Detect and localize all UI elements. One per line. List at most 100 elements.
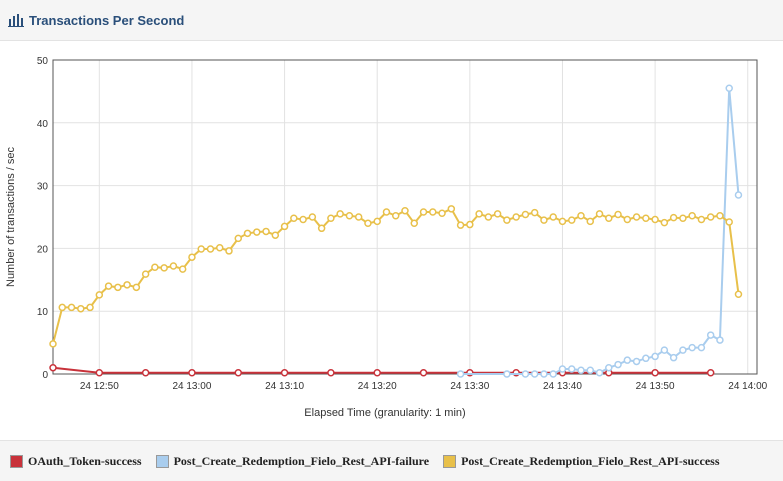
legend-label: Post_Create_Redemption_Fielo_Rest_API-fa… [173, 453, 430, 468]
x-tick-label: 24 13:30 [450, 381, 489, 392]
data-point [651, 215, 659, 224]
data-point [725, 84, 733, 93]
data-point [141, 368, 150, 377]
data-point [623, 215, 632, 224]
data-point [234, 234, 243, 243]
data-point [86, 303, 94, 312]
data-point [716, 211, 724, 220]
data-point [567, 216, 576, 224]
data-point [688, 343, 696, 352]
data-point [49, 340, 57, 348]
series-1 [456, 84, 743, 378]
data-point [577, 366, 585, 374]
legend-item[interactable]: OAuth_Token-success [10, 454, 142, 469]
data-point [373, 217, 381, 226]
chart-legend: OAuth_Token-success Post_Create_Redemptio… [0, 440, 783, 481]
data-point [77, 304, 85, 313]
data-point [558, 217, 567, 226]
data-point [225, 247, 233, 255]
data-point [290, 214, 298, 223]
data-point [206, 245, 215, 253]
plot-border [52, 59, 758, 375]
data-point [169, 262, 178, 270]
data-point [651, 352, 659, 361]
y-tick-label: 10 [37, 307, 49, 318]
data-point [669, 353, 678, 362]
x-axis-label: Elapsed Time (granularity: 1 min) [304, 407, 465, 419]
data-point [253, 228, 261, 236]
data-point [438, 209, 446, 217]
legend-item[interactable]: Post_Create_Redemption_Fielo_Rest_API-su… [443, 454, 720, 469]
data-point [567, 365, 576, 373]
data-point [577, 211, 585, 220]
data-point [354, 213, 363, 221]
data-point [706, 213, 715, 221]
y-tick-label: 50 [37, 56, 49, 67]
data-point [141, 270, 150, 278]
data-point [503, 216, 511, 224]
data-point [521, 370, 530, 378]
data-point [104, 282, 113, 290]
data-point [605, 363, 613, 372]
x-tick-label: 24 13:50 [636, 381, 675, 392]
data-point [160, 264, 168, 272]
data-point [595, 210, 604, 218]
data-point [734, 191, 743, 199]
data-point [336, 210, 344, 218]
panel-header: Transactions Per Second [0, 0, 783, 41]
data-point [605, 214, 613, 223]
data-point [280, 368, 289, 377]
data-point [493, 210, 502, 218]
data-point [466, 220, 474, 229]
data-point [401, 206, 409, 215]
data-point [614, 210, 622, 219]
data-point [178, 265, 187, 273]
y-tick-label: 20 [37, 244, 49, 255]
data-point [669, 213, 678, 222]
data-point [623, 356, 632, 364]
data-point [382, 208, 391, 216]
data-point [558, 365, 567, 373]
data-point [419, 208, 428, 216]
x-tick-label: 24 14:00 [728, 381, 767, 392]
x-tick-label: 24 13:00 [172, 381, 211, 392]
data-point [197, 245, 205, 253]
data-point [151, 263, 159, 271]
x-tick-label: 24 13:40 [543, 381, 582, 392]
data-point [706, 331, 715, 339]
series-2 [49, 205, 743, 348]
data-point [243, 229, 252, 238]
data-point [364, 219, 372, 228]
data-point [327, 214, 335, 223]
data-point [188, 368, 196, 377]
bar-chart-icon [8, 13, 24, 27]
y-tick-label: 40 [37, 119, 49, 130]
data-point [586, 366, 595, 374]
data-point [660, 218, 669, 227]
data-point [697, 215, 706, 224]
data-point [280, 222, 289, 231]
data-point [660, 346, 669, 354]
data-point [429, 208, 437, 216]
data-point [632, 213, 641, 221]
data-point [114, 283, 122, 292]
series-line [460, 88, 740, 375]
legend-item[interactable]: Post_Create_Redemption_Fielo_Rest_API-fa… [155, 453, 430, 469]
data-point [503, 370, 511, 378]
data-point [549, 213, 557, 221]
data-point [95, 368, 104, 377]
data-point [95, 291, 104, 299]
data-point [67, 303, 76, 312]
data-point [308, 213, 317, 221]
data-point [317, 224, 326, 233]
data-point [716, 336, 724, 344]
x-tick-label: 24 13:20 [358, 381, 397, 392]
data-point [419, 368, 428, 377]
data-point [475, 210, 483, 218]
tps-chart: 0 10 20 30 40 50 24 12:50 24 13:00 24 13:10 24 13… [5, 56, 768, 419]
data-point [391, 211, 400, 220]
data-point [688, 211, 696, 220]
data-point [697, 343, 706, 352]
data-point [586, 217, 595, 226]
legend-swatch [155, 454, 169, 468]
